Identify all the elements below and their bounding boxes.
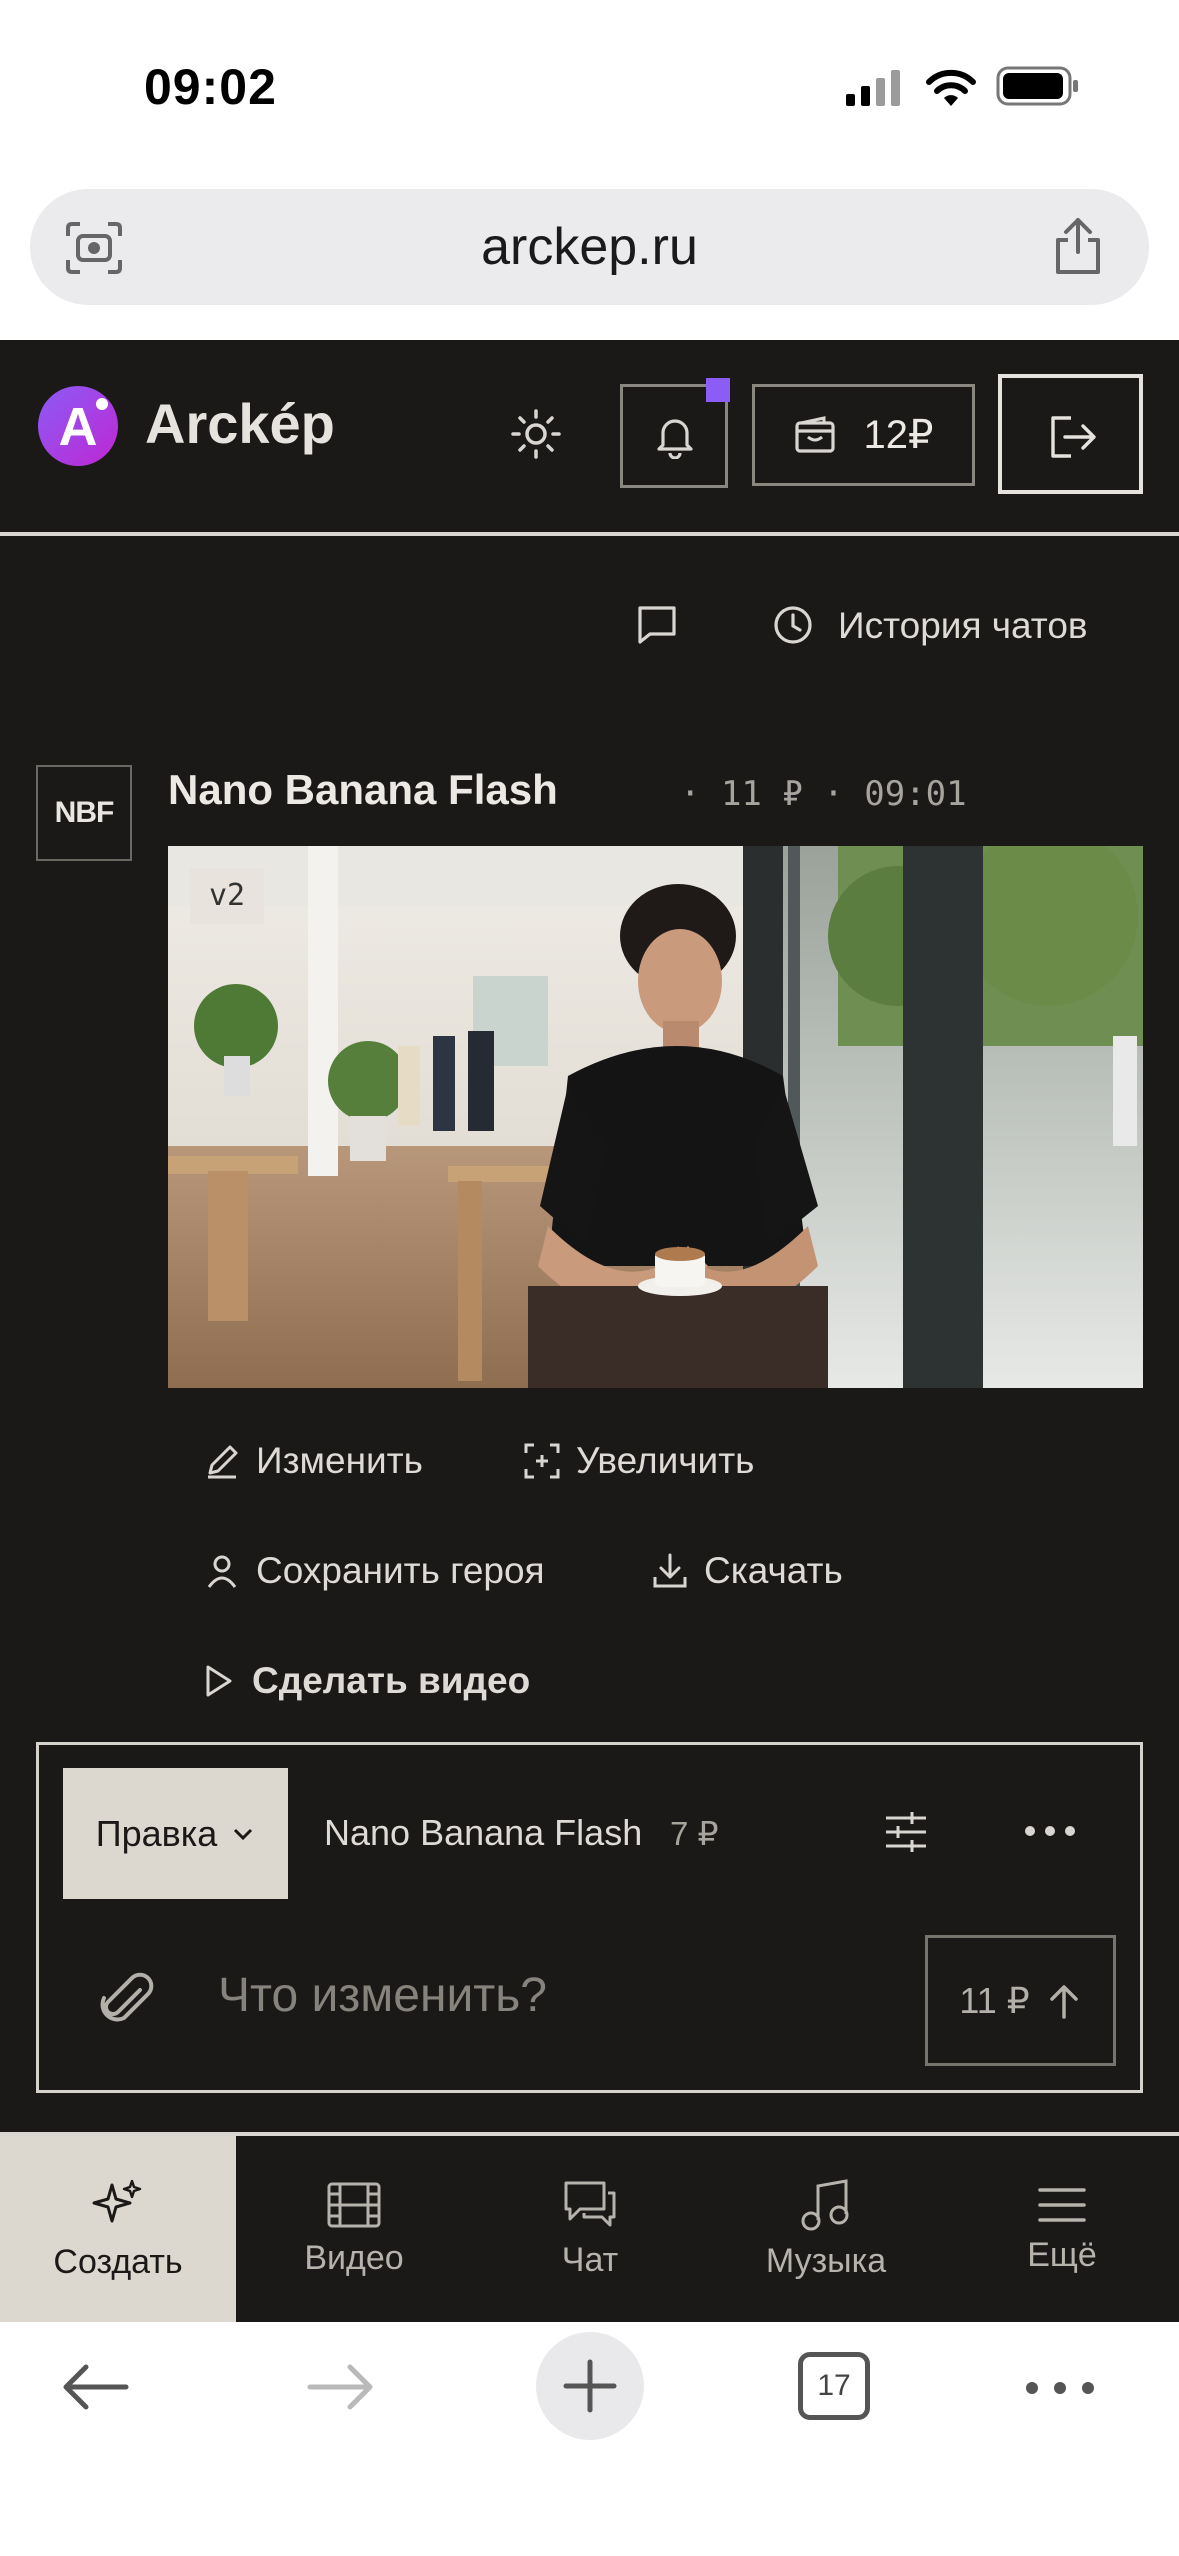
status-time: 09:02 [144, 59, 277, 115]
more-options-button[interactable] [1024, 1824, 1076, 1838]
save-hero-button[interactable]: Сохранить героя [202, 1550, 545, 1592]
upscale-label: Увеличить [576, 1440, 755, 1481]
wallet-icon [794, 415, 836, 455]
logout-button[interactable] [998, 374, 1143, 494]
plus-icon [562, 2358, 618, 2414]
composer-model-name[interactable]: Nano Banana Flash [324, 1812, 642, 1854]
bell-icon [655, 415, 695, 459]
make-video-label: Сделать видео [252, 1660, 531, 1701]
edit-label: Изменить [256, 1440, 423, 1481]
download-icon [653, 1553, 687, 1588]
prompt-input[interactable]: Что изменить? [218, 1968, 547, 2023]
nav-create[interactable]: Создать [0, 2136, 236, 2322]
app-brand-name[interactable]: Arckép [145, 391, 335, 456]
clock-icon [774, 606, 812, 644]
browser-menu-icon[interactable] [1024, 2380, 1096, 2396]
new-tab-button[interactable] [536, 2332, 644, 2440]
sliders-icon [886, 1812, 926, 1852]
settings-sliders-button[interactable] [884, 1810, 928, 1854]
mode-dropdown[interactable]: Правка [63, 1768, 288, 1899]
chat-icon [564, 2181, 616, 2226]
edit-image-button[interactable]: Изменить [202, 1440, 423, 1482]
chat-history-label[interactable]: История чатов [838, 605, 1088, 647]
chat-bubble-icon [638, 606, 676, 644]
message-model-title: Nano Banana Flash [168, 766, 558, 813]
notification-badge [706, 378, 730, 402]
download-label: Скачать [704, 1550, 843, 1591]
logout-icon [1047, 412, 1099, 462]
nav-create-label: Создать [53, 2242, 183, 2281]
paperclip-icon [100, 1972, 154, 2022]
logo-dot [96, 398, 108, 410]
chevron-down-icon [234, 1828, 253, 1840]
wifi-icon [924, 66, 978, 108]
download-button[interactable]: Скачать [650, 1550, 843, 1592]
nav-music[interactable]: Музыка [708, 2136, 944, 2322]
film-icon [327, 2182, 381, 2227]
upscale-button[interactable]: Увеличить [522, 1440, 754, 1482]
arrow-up-icon [1049, 1984, 1078, 2019]
music-icon [801, 2178, 849, 2230]
nav-chat-label: Чат [561, 2240, 619, 2279]
composer-model-price: 7 ₽ [670, 1815, 719, 1852]
pencil-icon [208, 1445, 238, 1479]
share-icon[interactable] [1052, 216, 1104, 276]
more-dots-icon [1025, 1826, 1075, 1836]
app-logo[interactable]: A [38, 386, 118, 466]
upscale-icon [524, 1443, 560, 1479]
wallet-button[interactable]: 12₽ [752, 384, 975, 486]
model-avatar: NBF [36, 765, 132, 861]
play-icon [206, 1665, 232, 1697]
balance-value: 12₽ [863, 413, 934, 457]
url-text[interactable]: arckep.ru [30, 189, 1149, 305]
forward-arrow-icon[interactable] [306, 2362, 376, 2412]
send-price: 11 ₽ [959, 1979, 1030, 2021]
save-hero-label: Сохранить героя [256, 1550, 545, 1591]
theme-toggle-button[interactable] [510, 408, 562, 460]
mode-label: Правка [95, 1812, 218, 1854]
signal-icon [846, 68, 902, 108]
nav-more-label: Ещё [1027, 2235, 1097, 2274]
make-video-button[interactable]: Сделать видео [198, 1660, 530, 1702]
back-arrow-icon[interactable] [60, 2362, 130, 2412]
chat-history-button[interactable] [772, 604, 814, 646]
battery-icon [996, 66, 1080, 106]
attach-button[interactable] [100, 1970, 156, 2030]
generated-image[interactable] [168, 846, 1143, 1388]
nav-chat[interactable]: Чат [472, 2136, 708, 2322]
user-icon [207, 1555, 237, 1588]
menu-icon [1038, 2187, 1086, 2222]
nav-music-label: Музыка [765, 2241, 887, 2280]
nav-video-label: Видео [304, 2238, 404, 2277]
url-bar[interactable]: arckep.ru [30, 189, 1149, 305]
new-chat-button[interactable] [636, 604, 678, 646]
send-button[interactable]: 11 ₽ [925, 1935, 1116, 2066]
sun-icon [511, 409, 561, 459]
nav-video[interactable]: Видео [236, 2136, 472, 2322]
message-meta: · 11 ₽ · 09:01 [680, 774, 967, 814]
camera-scan-icon[interactable] [64, 220, 124, 276]
sparkles-icon [92, 2179, 142, 2222]
tabs-count-button[interactable]: 17 [798, 2352, 870, 2420]
nav-more[interactable]: Ещё [944, 2136, 1179, 2322]
version-badge: v2 [190, 868, 264, 924]
